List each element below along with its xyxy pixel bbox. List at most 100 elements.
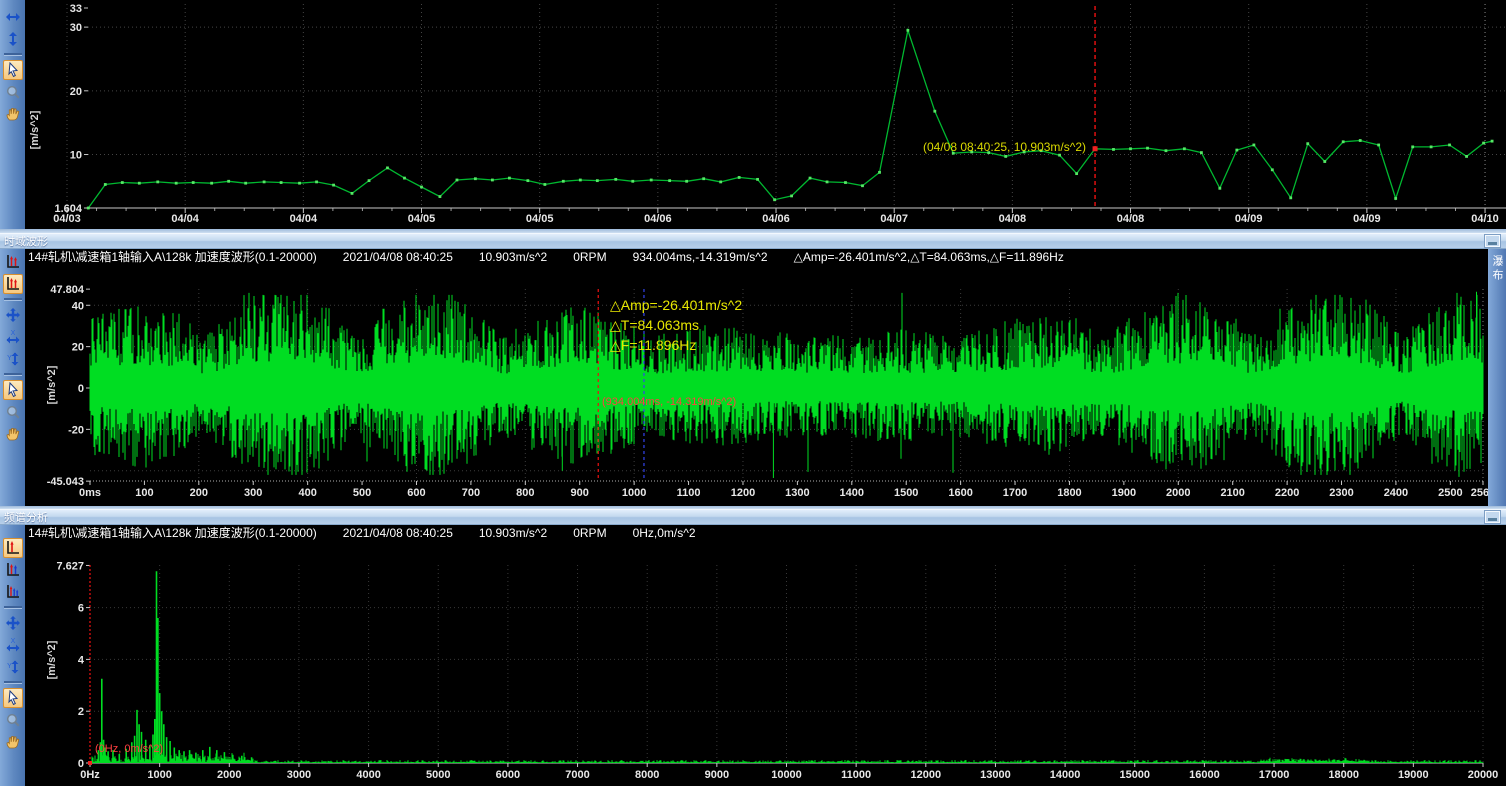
svg-text:7000: 7000 [565, 769, 589, 781]
svg-text:1500: 1500 [894, 487, 918, 499]
svg-text:500: 500 [353, 487, 371, 499]
hand-tool-icon[interactable] [3, 732, 23, 752]
trend-toolbar [0, 0, 25, 229]
svg-text:2500: 2500 [1438, 487, 1462, 499]
svg-text:04/06: 04/06 [762, 213, 790, 225]
svg-text:3000: 3000 [287, 769, 311, 781]
x-stretch-icon[interactable]: X [3, 635, 23, 655]
svg-text:(0Hz, 0m/s^2): (0Hz, 0m/s^2) [95, 743, 163, 755]
svg-text:600: 600 [407, 487, 425, 499]
sideband-cursor-icon[interactable] [3, 582, 23, 602]
harmonic-cursor-icon[interactable] [3, 274, 23, 294]
rpm-value: 0RPM [573, 250, 606, 264]
svg-text:△T=84.063ms: △T=84.063ms [610, 317, 699, 333]
x-stretch-icon[interactable]: X [3, 327, 23, 347]
waveform-titlebar[interactable]: 时域波形 [0, 233, 1506, 249]
svg-text:0ms: 0ms [79, 487, 101, 499]
svg-text:47.804: 47.804 [50, 284, 85, 296]
zoom-tool-icon[interactable] [3, 710, 23, 730]
svg-text:04/06: 04/06 [644, 213, 672, 225]
svg-text:04/07: 04/07 [880, 213, 908, 225]
svg-text:04/04: 04/04 [290, 213, 318, 225]
waterfall-tab[interactable]: 瀑布 [1488, 249, 1506, 506]
svg-text:2000: 2000 [217, 769, 241, 781]
channel-path: 14#轧机\减速箱1轴输入A\128k 加速度波形(0.1-20000) [28, 249, 317, 264]
waveform-title: 时域波形 [4, 233, 48, 249]
zoom-tool-icon[interactable] [3, 82, 23, 102]
spectrum-toolbar: XY [0, 525, 25, 786]
svg-text:1600: 1600 [948, 487, 972, 499]
pointer-tool-icon[interactable] [3, 60, 23, 80]
cursor-readout: 934.004ms,-14.319m/s^2 [633, 250, 768, 264]
svg-text:7.627: 7.627 [56, 560, 84, 572]
svg-text:1000: 1000 [622, 487, 646, 499]
spectrum-chart[interactable]: 7.6276420[m/s^2]0Hz100020003000400050006… [25, 540, 1506, 786]
single-cursor-icon[interactable] [3, 538, 23, 558]
svg-text:2560: 2560 [1471, 487, 1488, 499]
collapse-icon[interactable] [1485, 235, 1500, 247]
toolbar-separator [4, 373, 22, 376]
svg-text:04/08: 04/08 [1117, 213, 1145, 225]
svg-text:Y: Y [7, 355, 12, 362]
pan-vertical-icon[interactable] [3, 29, 23, 49]
waveform-header: 14#轧机\减速箱1轴输入A\128k 加速度波形(0.1-20000) 202… [25, 249, 1488, 264]
waveform-chart[interactable]: 47.80440200-20-45.043[m/s^2]0ms100200300… [25, 264, 1488, 506]
pointer-tool-icon[interactable] [3, 688, 23, 708]
pointer-tool-icon[interactable] [3, 380, 23, 400]
move-tool-icon[interactable] [3, 613, 23, 633]
svg-text:14000: 14000 [1050, 769, 1081, 781]
svg-text:1200: 1200 [731, 487, 755, 499]
trend-chart[interactable]: 04/0304/0404/0404/0504/0504/0604/0604/07… [25, 0, 1506, 229]
waveform-toolbar: XY [0, 249, 25, 506]
svg-text:△F=11.896Hz: △F=11.896Hz [610, 337, 696, 353]
cursor-list-icon[interactable] [3, 252, 23, 272]
waveform-panel: 时域波形 XY 14#轧机\减速箱1轴输入A\128k 加速度波形(0.1-20… [0, 233, 1506, 506]
collapse-icon[interactable] [1485, 511, 1500, 523]
svg-text:04/08: 04/08 [999, 213, 1027, 225]
svg-text:X: X [10, 330, 15, 337]
y-stretch-icon[interactable]: Y [3, 657, 23, 677]
toolbar-separator [4, 53, 22, 56]
svg-text:04/09: 04/09 [1235, 213, 1263, 225]
svg-text:2300: 2300 [1329, 487, 1353, 499]
svg-text:30: 30 [70, 22, 82, 34]
svg-text:16000: 16000 [1189, 769, 1220, 781]
svg-text:1000: 1000 [147, 769, 171, 781]
svg-text:0Hz: 0Hz [80, 769, 100, 781]
svg-text:Y: Y [7, 663, 12, 670]
channel-path: 14#轧机\减速箱1轴输入A\128k 加速度波形(0.1-20000) [28, 525, 317, 540]
svg-text:9000: 9000 [705, 769, 729, 781]
y-stretch-icon[interactable]: Y [3, 349, 23, 369]
svg-text:[m/s^2]: [m/s^2] [29, 110, 41, 149]
svg-text:1800: 1800 [1057, 487, 1081, 499]
svg-text:4000: 4000 [356, 769, 380, 781]
hand-tool-icon[interactable] [3, 104, 23, 124]
pan-horizontal-icon[interactable] [3, 7, 23, 27]
svg-text:2000: 2000 [1166, 487, 1190, 499]
svg-text:17000: 17000 [1259, 769, 1290, 781]
zoom-tool-icon[interactable] [3, 402, 23, 422]
svg-text:300: 300 [244, 487, 262, 499]
toolbar-separator [4, 681, 22, 684]
svg-text:04/04: 04/04 [171, 213, 199, 225]
double-cursor-icon[interactable] [3, 560, 23, 580]
svg-text:33: 33 [70, 3, 82, 15]
svg-text:04/09: 04/09 [1353, 213, 1381, 225]
spectrum-panel: 频谱分析 XY 14#轧机\减速箱1轴输入A\128k 加速度波形(0.1-20… [0, 509, 1506, 786]
svg-text:04/05: 04/05 [526, 213, 554, 225]
spectrum-titlebar[interactable]: 频谱分析 [0, 509, 1506, 525]
svg-text:1300: 1300 [785, 487, 809, 499]
svg-text:2100: 2100 [1220, 487, 1244, 499]
move-tool-icon[interactable] [3, 305, 23, 325]
svg-text:1.604: 1.604 [54, 203, 82, 215]
svg-text:0: 0 [78, 383, 84, 395]
hand-tool-icon[interactable] [3, 424, 23, 444]
svg-text:1400: 1400 [840, 487, 864, 499]
svg-text:X: X [10, 638, 15, 645]
svg-text:04/05: 04/05 [408, 213, 436, 225]
svg-text:(04/08 08:40:25, 10.903m/s^2): (04/08 08:40:25, 10.903m/s^2) [923, 140, 1086, 154]
svg-text:6: 6 [78, 603, 84, 615]
timestamp: 2021/04/08 08:40:25 [343, 250, 453, 264]
svg-text:15000: 15000 [1119, 769, 1150, 781]
svg-text:[m/s^2]: [m/s^2] [46, 640, 58, 679]
